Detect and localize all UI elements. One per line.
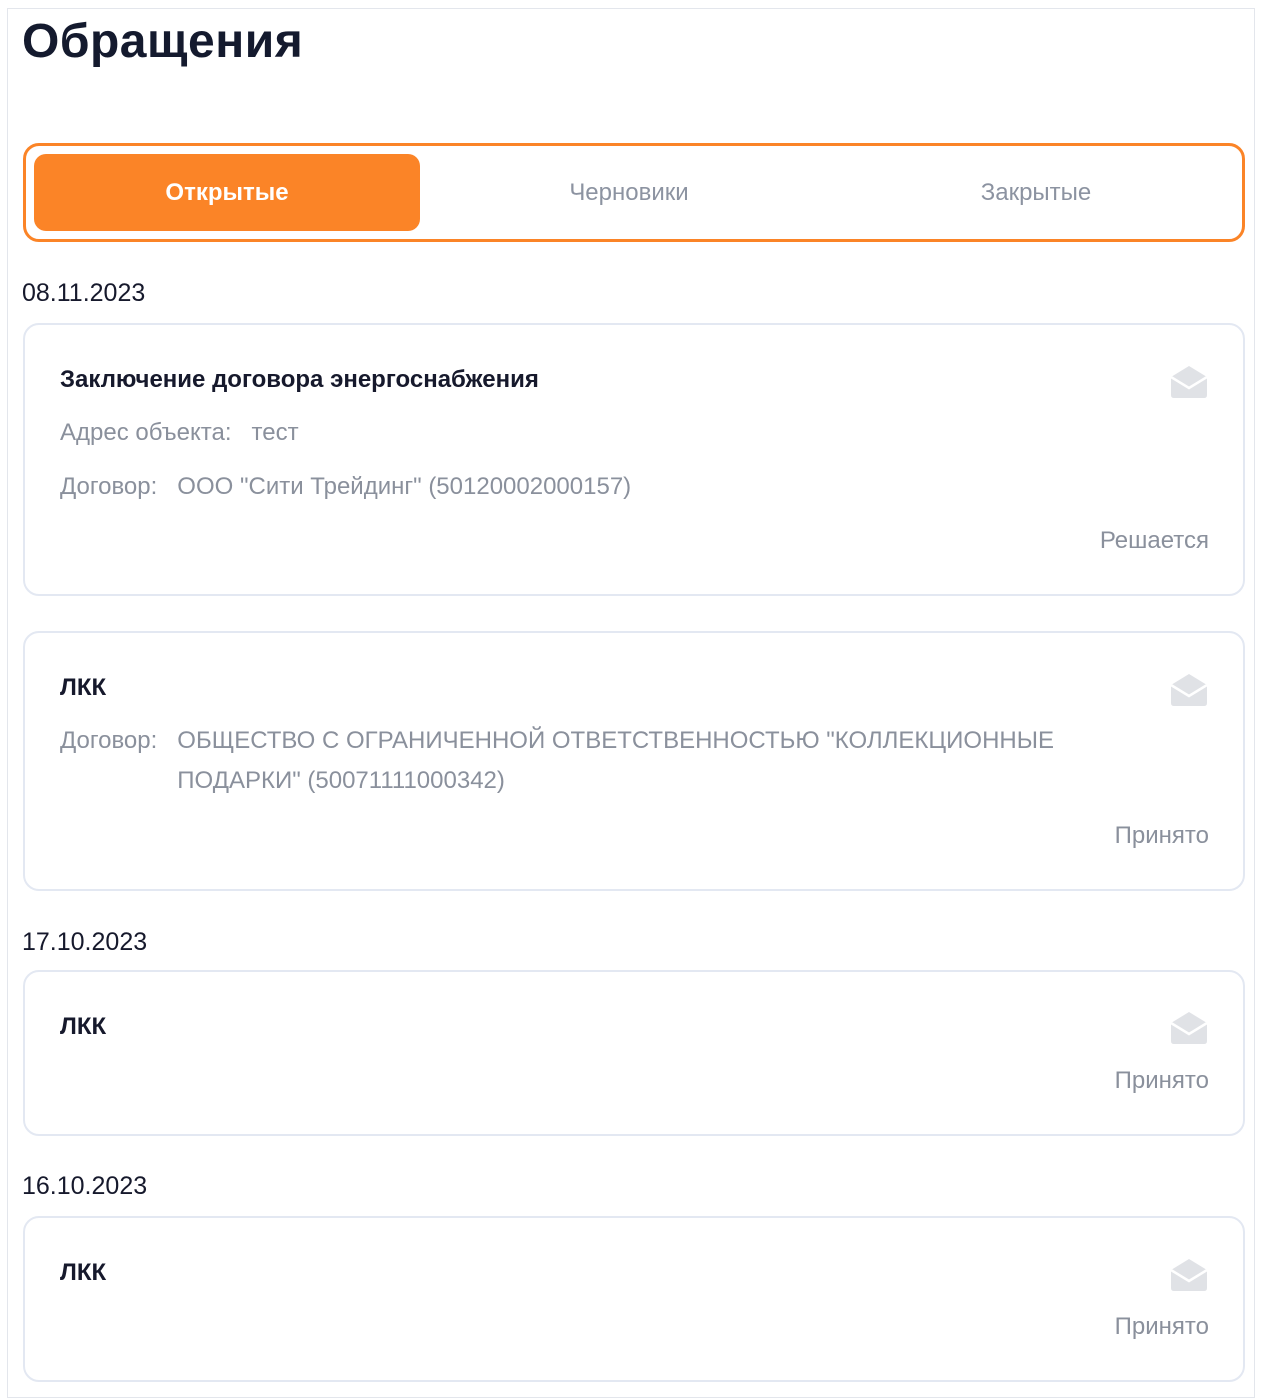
- status-badge: Принято: [1114, 1313, 1209, 1340]
- envelope-open-icon: [1170, 674, 1208, 706]
- contract-value: ООО "Сити Трейдинг" (50120002000157): [177, 473, 632, 500]
- status-tabs: Открытые Черновики Закрытые: [23, 143, 1245, 242]
- request-title: ЛКК: [60, 1013, 107, 1040]
- request-title: ЛКК: [60, 674, 107, 701]
- contract-row: Договор: ООО "Сити Трейдинг" (5012000200…: [60, 467, 631, 507]
- address-value: тест: [251, 419, 299, 446]
- status-badge: Принято: [1114, 1067, 1209, 1094]
- envelope-open-icon: [1170, 366, 1208, 398]
- request-card[interactable]: ЛКК Принято: [23, 970, 1245, 1136]
- tab-open[interactable]: Открытые: [34, 154, 420, 231]
- contract-label: Договор:: [60, 727, 158, 754]
- request-card[interactable]: Заключение договора энергоснабжения Адре…: [23, 323, 1245, 596]
- address-row: Адрес объекта: тест: [60, 413, 299, 453]
- group-date: 17.10.2023: [22, 928, 148, 956]
- envelope-open-icon: [1170, 1012, 1208, 1044]
- envelope-open-icon: [1170, 1259, 1208, 1291]
- group-date: 16.10.2023: [22, 1172, 148, 1200]
- group-date: 08.11.2023: [22, 279, 146, 307]
- tab-drafts[interactable]: Черновики: [420, 154, 838, 231]
- request-title: Заключение договора энергоснабжения: [60, 366, 539, 393]
- request-title: ЛКК: [60, 1259, 107, 1286]
- contract-label: Договор:: [60, 473, 158, 500]
- contract-value: ОБЩЕСТВО С ОГРАНИЧЕННОЙ ОТВЕТСТВЕННОСТЬЮ…: [177, 727, 1054, 794]
- status-badge: Решается: [1099, 527, 1209, 554]
- status-badge: Принято: [1114, 822, 1209, 849]
- request-card[interactable]: ЛКК Договор: ОБЩЕСТВО С ОГРАНИЧЕННОЙ ОТВ…: [23, 631, 1245, 891]
- page-title: Обращения: [22, 15, 304, 68]
- tab-closed[interactable]: Закрытые: [838, 154, 1234, 231]
- contract-row: Договор: ОБЩЕСТВО С ОГРАНИЧЕННОЙ ОТВЕТСТ…: [60, 721, 1137, 801]
- address-label: Адрес объекта:: [60, 419, 232, 446]
- request-card[interactable]: ЛКК Принято: [23, 1216, 1245, 1382]
